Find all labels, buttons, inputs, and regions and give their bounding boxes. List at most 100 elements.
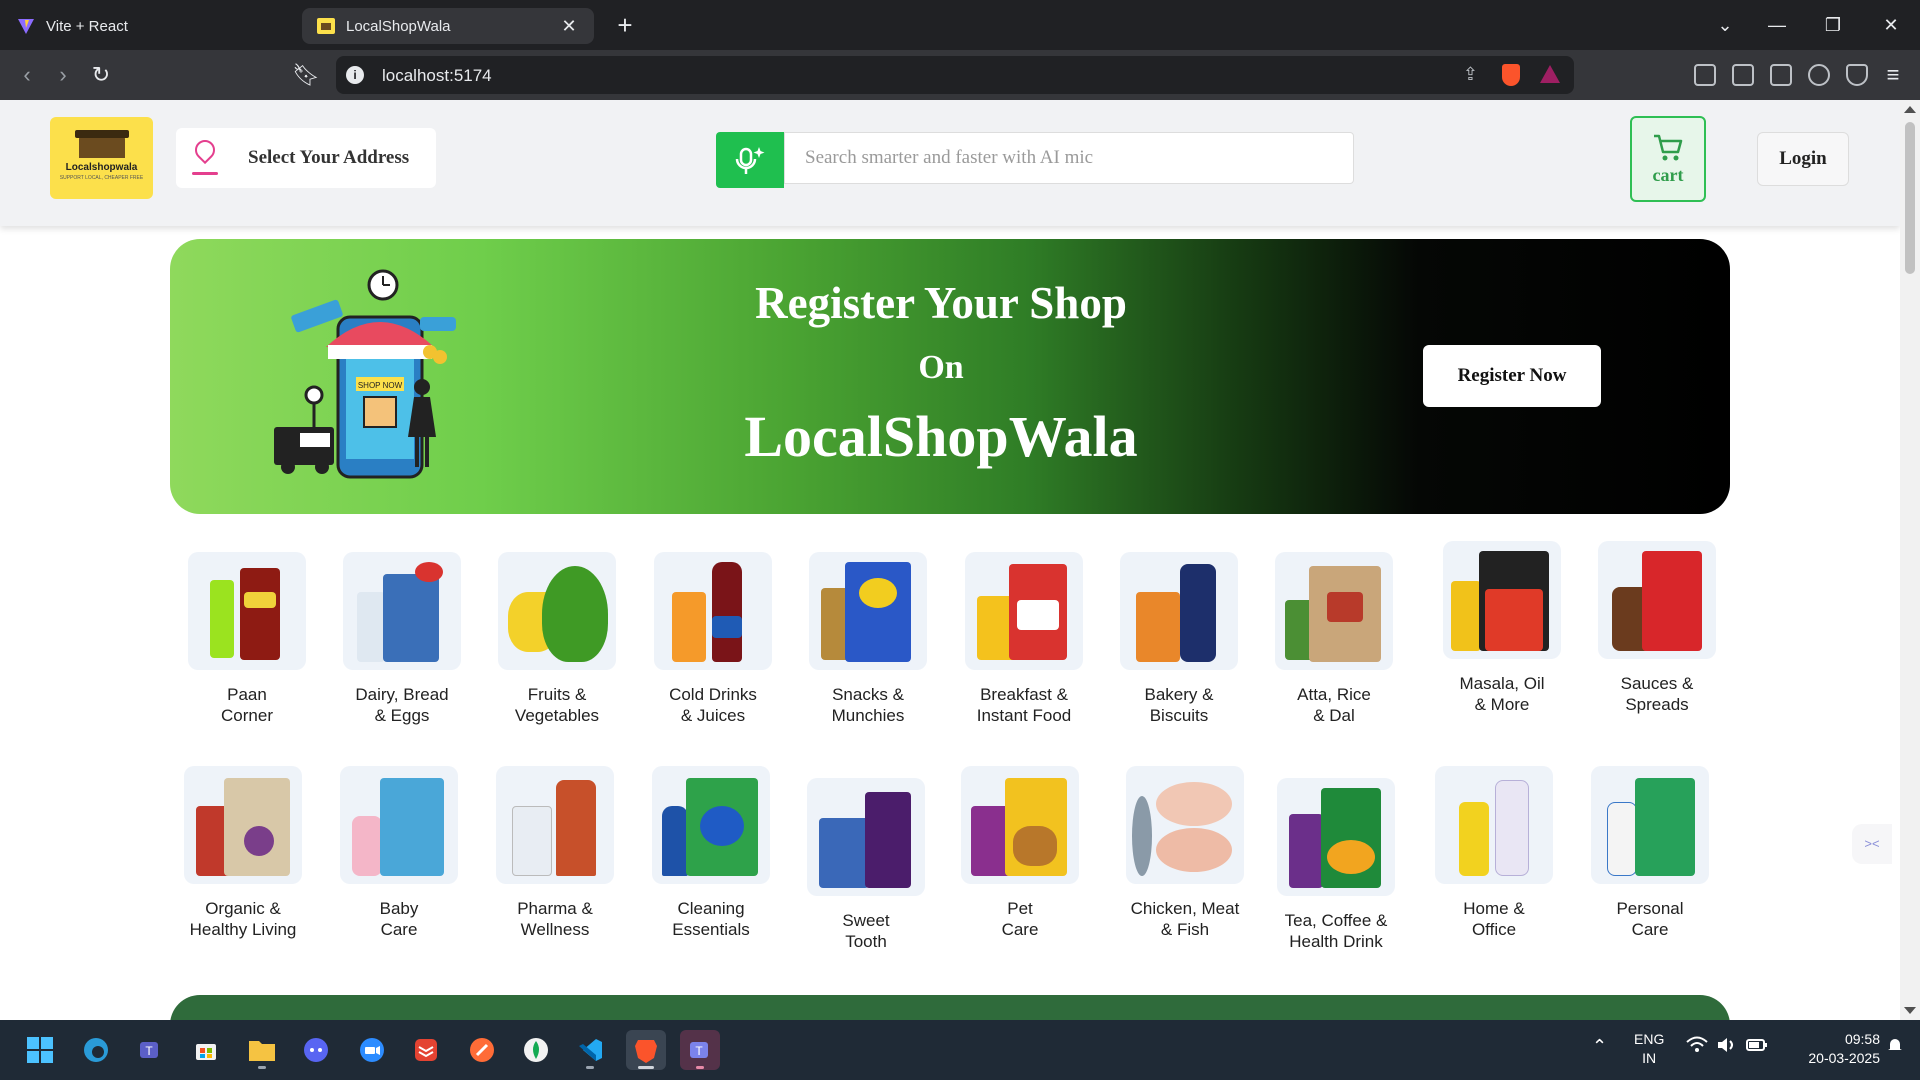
system-clock[interactable]: 09:58 20-03-2025	[1780, 1030, 1880, 1068]
battery-icon[interactable]	[1746, 1036, 1768, 1058]
scrollbar-thumb[interactable]	[1905, 122, 1915, 274]
register-now-button[interactable]: Register Now	[1423, 345, 1601, 407]
postman-icon[interactable]	[462, 1030, 502, 1070]
brave-shields-icon[interactable]	[1502, 64, 1520, 86]
localshopwala-favicon	[316, 16, 336, 36]
close-tab-icon[interactable]: ✕	[558, 16, 580, 37]
microsoft-store-icon[interactable]	[186, 1030, 226, 1070]
cart-button[interactable]: cart	[1630, 116, 1706, 202]
search-input[interactable]	[784, 132, 1354, 184]
category-pet-care[interactable]: Pet Care	[945, 766, 1095, 940]
url-text: localhost:5174	[382, 66, 492, 85]
edge-icon[interactable]	[76, 1030, 116, 1070]
start-windows-icon[interactable]	[20, 1030, 60, 1070]
browser-tab-bar: Vite + React LocalShopWala ✕ + ⌄ — ❐ ✕	[0, 0, 1920, 50]
todoist-icon[interactable]	[406, 1030, 446, 1070]
new-tab-button[interactable]: +	[610, 10, 640, 40]
back-icon[interactable]: ‹	[14, 62, 40, 88]
volume-icon[interactable]	[1716, 1036, 1738, 1058]
tab-search-chevron-icon[interactable]: ⌄	[1710, 10, 1740, 40]
scroll-down-arrow-icon[interactable]	[1904, 1007, 1916, 1014]
category-personal-care[interactable]: Personal Care	[1575, 766, 1725, 940]
vscode-icon[interactable]	[570, 1030, 610, 1070]
category-cleaning-essentials[interactable]: Cleaning Essentials	[636, 766, 786, 940]
wifi-icon[interactable]	[1686, 1036, 1708, 1058]
category-label: Atta, Rice & Dal	[1297, 685, 1371, 725]
category-sauces-spreads[interactable]: Sauces & Spreads	[1582, 541, 1732, 715]
share-icon[interactable]: ⇪	[1463, 64, 1478, 85]
category-image	[807, 778, 925, 896]
category-label: Home & Office	[1463, 899, 1525, 939]
teams-classic-icon[interactable]: T	[680, 1030, 720, 1070]
address-bar[interactable]: i localhost:5174 ⇪	[336, 56, 1574, 94]
page-scrollbar[interactable]	[1900, 100, 1920, 1020]
scroll-up-arrow-icon[interactable]	[1904, 106, 1916, 113]
input-language-indicator[interactable]: ENG IN	[1634, 1030, 1664, 1068]
minimize-button[interactable]: —	[1762, 10, 1792, 40]
forward-icon[interactable]: ›	[50, 62, 76, 88]
reload-icon[interactable]: ↻	[88, 62, 114, 88]
mongodb-compass-icon[interactable]	[516, 1030, 556, 1070]
restore-button[interactable]: ❐	[1818, 10, 1848, 40]
extensions-icon[interactable]	[1694, 64, 1716, 86]
category-image	[184, 766, 302, 884]
category-sweet-tooth[interactable]: Sweet Tooth	[791, 778, 941, 952]
menu-icon[interactable]: ≡	[1880, 62, 1906, 88]
category-fruits-vegetables[interactable]: Fruits & Vegetables	[482, 552, 632, 726]
category-label: Breakfast & Instant Food	[976, 685, 1072, 725]
teams-icon[interactable]: T	[130, 1030, 170, 1070]
category-label: Masala, Oil & More	[1459, 674, 1545, 714]
leo-ai-icon[interactable]	[1808, 64, 1830, 86]
zoom-icon[interactable]	[352, 1030, 392, 1070]
login-button[interactable]: Login	[1757, 132, 1849, 186]
close-window-button[interactable]: ✕	[1876, 10, 1906, 40]
language-code: ENG	[1634, 1031, 1665, 1047]
brave-rewards-icon[interactable]	[1540, 65, 1560, 83]
category-label: Personal Care	[1616, 899, 1684, 939]
category-image	[1443, 541, 1561, 659]
site-info-icon[interactable]: i	[346, 66, 364, 84]
page-content: Localshopwala SUPPORT LOCAL, CHEAPER FRE…	[0, 100, 1900, 1020]
category-home-office[interactable]: Home & Office	[1419, 766, 1569, 940]
brave-browser-icon[interactable]	[626, 1030, 666, 1070]
sidebar-icon[interactable]	[1732, 64, 1754, 86]
browser-toolbar: ‹ › ↻ 🔖︎ i localhost:5174 ⇪ ≡	[0, 50, 1920, 100]
notification-bell-icon[interactable]	[1886, 1036, 1904, 1058]
clock-time: 09:58	[1844, 1031, 1880, 1047]
category-masala-oil-more[interactable]: Masala, Oil & More	[1427, 541, 1577, 715]
category-dairy-bread-eggs[interactable]: Dairy, Bread & Eggs	[327, 552, 477, 726]
category-bakery-biscuits[interactable]: Bakery & Biscuits	[1104, 552, 1254, 726]
ai-mic-button[interactable]	[716, 132, 784, 188]
category-pharma-wellness[interactable]: Pharma & Wellness	[480, 766, 630, 940]
ai-mic-icon	[735, 147, 765, 174]
wallet-icon[interactable]	[1770, 64, 1792, 86]
category-atta-rice-dal[interactable]: Atta, Rice & Dal	[1259, 552, 1409, 726]
floating-side-panel-icon[interactable]: ><	[1852, 824, 1892, 864]
site-header: Localshopwala SUPPORT LOCAL, CHEAPER FRE…	[0, 100, 1900, 226]
bookmark-icon[interactable]: 🔖︎	[292, 62, 320, 88]
category-label: Pharma & Wellness	[517, 899, 593, 939]
shop-logo-icon	[74, 129, 129, 158]
vpn-icon[interactable]	[1846, 64, 1868, 86]
tab-localshopwala[interactable]: LocalShopWala ✕	[302, 8, 594, 44]
category-paan-corner[interactable]: Paan Corner	[172, 552, 322, 726]
logo-name: Localshopwala	[65, 161, 138, 173]
category-image	[1275, 552, 1393, 670]
tab-vite-react[interactable]: Vite + React	[16, 8, 286, 44]
category-tea-coffee-health-drink[interactable]: Tea, Coffee & Health Drink	[1261, 778, 1411, 952]
select-address-button[interactable]: Select Your Address	[176, 128, 436, 188]
site-logo[interactable]: Localshopwala SUPPORT LOCAL, CHEAPER FRE…	[50, 117, 153, 199]
category-chicken-meat-fish[interactable]: Chicken, Meat & Fish	[1110, 766, 1260, 940]
category-cold-drinks-juices[interactable]: Cold Drinks & Juices	[638, 552, 788, 726]
category-baby-care[interactable]: Baby Care	[324, 766, 474, 940]
show-hidden-icons-chevron-icon[interactable]: ⌃	[1592, 1036, 1607, 1057]
category-organic-healthy-living[interactable]: Organic & Healthy Living	[168, 766, 318, 940]
category-breakfast-instant-food[interactable]: Breakfast & Instant Food	[949, 552, 1099, 726]
tab-title: LocalShopWala	[346, 17, 451, 35]
category-snacks-munchies[interactable]: Snacks & Munchies	[793, 552, 943, 726]
discord-icon[interactable]	[296, 1030, 336, 1070]
category-label: Fruits & Vegetables	[514, 685, 600, 725]
file-explorer-icon[interactable]	[242, 1030, 282, 1070]
category-image	[343, 552, 461, 670]
svg-text:T: T	[695, 1044, 703, 1058]
